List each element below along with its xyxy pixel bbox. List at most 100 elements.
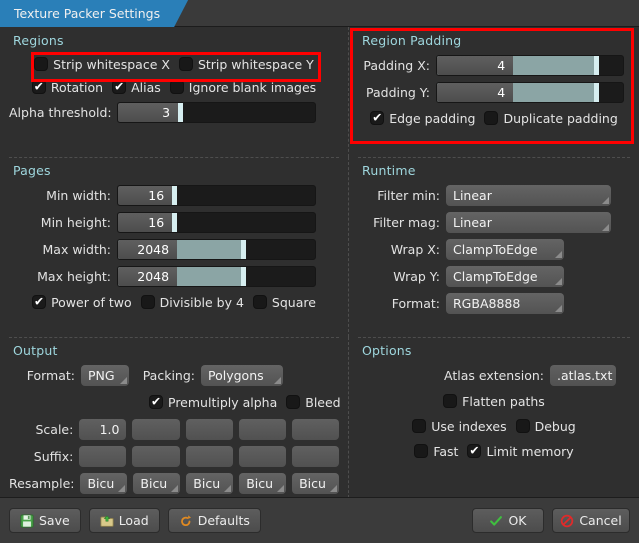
- input-scale-2[interactable]: [186, 419, 233, 440]
- slider-knob[interactable]: [172, 186, 177, 205]
- slider-min-height[interactable]: 16: [117, 212, 316, 233]
- checkbox-fast[interactable]: Fast: [414, 444, 458, 459]
- input-scale-4[interactable]: [292, 419, 339, 440]
- row-output-format: Format: PNG Packing: Polygons: [9, 363, 339, 387]
- slider-padding-x[interactable]: 4: [436, 55, 624, 76]
- checkbox-strip-whitespace-x[interactable]: Strip whitespace X: [34, 57, 170, 72]
- dropdown-resample-4[interactable]: Bicu: [292, 473, 339, 494]
- checkbox-label: Debug: [535, 419, 576, 434]
- input-suffix-3[interactable]: [239, 446, 286, 467]
- label-wrap-y: Wrap Y:: [358, 269, 446, 284]
- load-button[interactable]: Load: [89, 508, 160, 533]
- slider-padding-y[interactable]: 4: [436, 82, 624, 103]
- dropdown-filter-min[interactable]: Linear: [446, 185, 611, 206]
- section-output: Output Format: PNG Packing: Polygons ✔ P…: [0, 337, 348, 497]
- label-output-format: Format:: [9, 368, 81, 383]
- checkbox-premultiply-alpha[interactable]: ✔ Premultiply alpha: [149, 395, 277, 410]
- save-button[interactable]: Save: [9, 508, 81, 533]
- input-atlas-extension[interactable]: .atlas.txt: [550, 365, 616, 386]
- input-scale-1[interactable]: [132, 419, 179, 440]
- input-suffix-4[interactable]: [292, 446, 339, 467]
- input-scale-3[interactable]: [239, 419, 286, 440]
- row-min-height: Min height: 16: [9, 210, 339, 234]
- dropdown-wrap-y[interactable]: ClampToEdge: [446, 266, 564, 287]
- row-scale: Scale: 1.0: [9, 417, 339, 441]
- dropdown-value: Linear: [453, 188, 492, 203]
- regions-strip-row: Strip whitespace X Strip whitespace Y: [9, 53, 339, 75]
- dropdown-resample-0[interactable]: Bicu: [80, 473, 127, 494]
- checkbox-flatten-paths[interactable]: Flatten paths: [443, 394, 545, 409]
- slider-value: 4: [437, 56, 513, 75]
- checkbox-bleed[interactable]: Bleed: [286, 395, 340, 410]
- label-max-height: Max height:: [9, 269, 117, 284]
- label-alpha-threshold: Alpha threshold:: [9, 105, 117, 120]
- label-padding-y: Padding Y:: [358, 85, 436, 100]
- slider-max-width[interactable]: 2048: [117, 239, 316, 260]
- checkbox-label: Premultiply alpha: [168, 395, 277, 410]
- label-filter-min: Filter min:: [358, 188, 446, 203]
- checkbox-label: Use indexes: [431, 419, 506, 434]
- label-min-height: Min height:: [9, 215, 117, 230]
- label-packing: Packing:: [129, 368, 201, 383]
- checkbox-box-unchecked-icon: [286, 395, 300, 409]
- row-fast-limit-memory: Fast ✔ Limit memory: [358, 440, 630, 462]
- checkbox-edge-padding[interactable]: ✔ Edge padding: [370, 111, 475, 126]
- checkbox-rotation[interactable]: ✔ Rotation: [32, 80, 103, 95]
- texture-packer-settings-dialog: Texture Packer Settings Regions Strip wh…: [0, 0, 639, 543]
- label-min-width: Min width:: [9, 188, 117, 203]
- checkbox-box-unchecked-icon: [484, 111, 498, 125]
- checkbox-box-checked-icon: ✔: [370, 111, 384, 125]
- checkbox-box-unchecked-icon: [170, 80, 184, 94]
- section-regions: Regions Strip whitespace X Strip whitesp…: [0, 27, 348, 157]
- defaults-button[interactable]: Defaults: [168, 508, 261, 533]
- dropdown-resample-2[interactable]: Bicu: [186, 473, 233, 494]
- row-suffix: Suffix:: [9, 444, 339, 468]
- cancel-button[interactable]: Cancel: [552, 508, 630, 533]
- checkbox-box-unchecked-icon: [412, 419, 426, 433]
- section-title-output: Output: [13, 343, 339, 358]
- dropdown-format[interactable]: RGBA8888: [446, 293, 564, 314]
- slider-alpha-threshold[interactable]: 3: [117, 102, 316, 123]
- label-format: Format:: [358, 296, 446, 311]
- slider-value: 16: [118, 213, 172, 232]
- dropdown-output-format[interactable]: PNG: [81, 365, 129, 386]
- input-scale-0[interactable]: 1.0: [79, 419, 126, 440]
- checkbox-alias[interactable]: ✔ Alias: [112, 80, 161, 95]
- input-suffix-2[interactable]: [186, 446, 233, 467]
- checkbox-ignore-blank-images[interactable]: Ignore blank images: [170, 80, 316, 95]
- checkbox-square[interactable]: Square: [253, 295, 316, 310]
- section-pages: Pages Min width: 16 Min height: 16 Max: [0, 157, 348, 337]
- checkbox-use-indexes[interactable]: Use indexes: [412, 419, 506, 434]
- ok-button[interactable]: OK: [472, 508, 544, 533]
- slider-knob[interactable]: [172, 213, 177, 232]
- slider-max-height[interactable]: 2048: [117, 266, 316, 287]
- checkbox-limit-memory[interactable]: ✔ Limit memory: [467, 444, 573, 459]
- input-suffix-0[interactable]: [79, 446, 126, 467]
- slider-knob[interactable]: [241, 240, 246, 259]
- settings-body: Regions Strip whitespace X Strip whitesp…: [0, 27, 639, 497]
- slider-knob[interactable]: [241, 267, 246, 286]
- dropdown-resample-3[interactable]: Bicu: [239, 473, 286, 494]
- dropdown-packing[interactable]: Polygons: [201, 365, 283, 386]
- checkbox-duplicate-padding[interactable]: Duplicate padding: [484, 111, 617, 126]
- checkbox-box-unchecked-icon: [414, 444, 428, 458]
- slider-value: 3: [118, 103, 178, 122]
- input-suffix-1[interactable]: [132, 446, 179, 467]
- checkbox-power-of-two[interactable]: ✔ Power of two: [32, 295, 132, 310]
- checkbox-debug[interactable]: Debug: [516, 419, 576, 434]
- dropdown-filter-mag[interactable]: Linear: [446, 212, 611, 233]
- label-padding-x: Padding X:: [358, 58, 436, 73]
- slider-value: 2048: [118, 267, 177, 286]
- slider-knob[interactable]: [178, 103, 183, 122]
- dropdown-resample-1[interactable]: Bicu: [133, 473, 180, 494]
- checkbox-label: Divisible by 4: [160, 295, 244, 310]
- dropdown-wrap-x[interactable]: ClampToEdge: [446, 239, 564, 260]
- tab-texture-packer-settings[interactable]: Texture Packer Settings: [0, 0, 188, 27]
- checkbox-strip-whitespace-y[interactable]: Strip whitespace Y: [179, 57, 314, 72]
- checkbox-divisible-by-4[interactable]: Divisible by 4: [141, 295, 244, 310]
- slider-min-width[interactable]: 16: [117, 185, 316, 206]
- row-resample: Resample: Bicu Bicu Bicu Bicu Bicu: [9, 471, 339, 495]
- slider-knob[interactable]: [594, 83, 599, 102]
- slider-knob[interactable]: [594, 56, 599, 75]
- checkbox-label: Fast: [433, 444, 458, 459]
